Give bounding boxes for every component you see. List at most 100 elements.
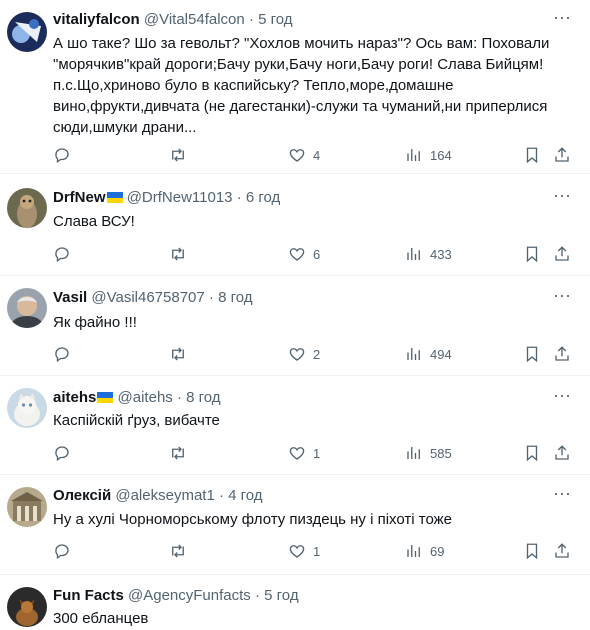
share-button[interactable] — [553, 541, 571, 561]
separator-dot: · — [236, 189, 242, 206]
bookmark-icon — [526, 246, 538, 263]
repost-button[interactable] — [169, 443, 194, 463]
repost-button[interactable] — [169, 541, 194, 561]
view-count: 585 — [430, 445, 452, 461]
like-count: 6 — [313, 246, 321, 262]
like-button[interactable]: 4 — [288, 145, 320, 165]
avatar[interactable] — [7, 587, 47, 627]
bookmark-button[interactable] — [523, 145, 541, 165]
repost-icon — [172, 247, 184, 261]
author-name[interactable]: DrfNew — [53, 189, 106, 206]
post-time[interactable]: 4 год — [228, 487, 262, 504]
author-handle[interactable]: @DrfNew11013 — [127, 189, 233, 206]
bookmark-button[interactable] — [523, 443, 541, 463]
views-button[interactable]: 494 — [405, 344, 452, 364]
view-count: 433 — [430, 246, 452, 262]
action-bar: 4 164 — [0, 145, 590, 165]
reply-post[interactable]: aitehs @aitehs · 8 год ··· Каспійскій ґр… — [0, 376, 590, 475]
views-button[interactable]: 164 — [405, 145, 452, 165]
repost-button[interactable] — [169, 145, 194, 165]
reply-button[interactable] — [53, 443, 78, 463]
heart-icon — [289, 447, 305, 460]
author-handle[interactable]: @AgencyFunfacts — [128, 587, 251, 604]
post-header: Fun Facts @AgencyFunfacts · 5 год — [53, 586, 299, 606]
action-bar: 1 585 — [0, 443, 590, 463]
views-button[interactable]: 69 — [405, 541, 444, 561]
view-count: 494 — [430, 346, 452, 362]
reply-button[interactable] — [53, 145, 78, 165]
author-name[interactable]: Vasil — [53, 289, 87, 306]
reply-button[interactable] — [53, 244, 78, 264]
share-button[interactable] — [553, 145, 571, 165]
author-handle[interactable]: @aitehs — [118, 389, 173, 406]
author-name[interactable]: Fun Facts — [53, 587, 124, 604]
avatar[interactable] — [7, 188, 47, 228]
post-time[interactable]: 8 год — [186, 389, 220, 406]
post-time[interactable]: 5 год — [264, 587, 298, 604]
more-icon[interactable]: ··· — [552, 386, 572, 409]
heart-icon — [289, 348, 305, 361]
like-button[interactable]: 6 — [288, 244, 320, 264]
reply-post[interactable]: Олексій @alekseymat1 · 4 год ··· Ну а ху… — [0, 475, 590, 575]
post-header: vitaliyfalcon @Vital54falcon · 5 год — [53, 10, 293, 30]
repost-icon — [172, 148, 184, 162]
avatar[interactable] — [7, 288, 47, 328]
bookmark-button[interactable] — [523, 244, 541, 264]
view-count: 69 — [430, 543, 445, 559]
reply-button[interactable] — [53, 541, 78, 561]
reply-feed: vitaliyfalcon @Vital54falcon · 5 год ···… — [0, 0, 590, 630]
action-bar: 6 433 — [0, 244, 590, 264]
bookmark-icon — [526, 147, 538, 164]
author-handle[interactable]: @Vasil46758707 — [91, 289, 204, 306]
like-button[interactable]: 1 — [288, 443, 320, 463]
share-icon — [555, 246, 569, 261]
repost-icon — [172, 347, 184, 361]
more-icon[interactable]: ··· — [552, 8, 572, 31]
reply-button[interactable] — [53, 344, 78, 364]
views-icon — [407, 348, 420, 360]
avatar[interactable] — [7, 487, 47, 527]
bookmark-icon — [526, 543, 538, 560]
author-name[interactable]: Олексій — [53, 487, 111, 504]
avatar[interactable] — [7, 388, 47, 428]
heart-icon — [289, 149, 305, 162]
share-button[interactable] — [553, 443, 571, 463]
reply-icon — [55, 148, 69, 164]
more-icon[interactable]: ··· — [552, 484, 572, 507]
views-button[interactable]: 585 — [405, 443, 452, 463]
post-header: aitehs @aitehs · 8 год — [53, 388, 221, 408]
bookmark-button[interactable] — [523, 541, 541, 561]
more-icon[interactable]: ··· — [552, 186, 572, 209]
like-button[interactable]: 2 — [288, 344, 320, 364]
share-button[interactable] — [553, 344, 571, 364]
ukraine-flag-icon — [97, 392, 114, 403]
separator-dot: · — [176, 389, 182, 406]
post-header: Vasil @Vasil46758707 · 8 год — [53, 288, 253, 308]
views-icon — [407, 447, 420, 459]
avatar[interactable] — [7, 12, 47, 52]
action-bar: 2 494 — [0, 344, 590, 364]
repost-button[interactable] — [169, 344, 194, 364]
reply-icon — [55, 544, 69, 560]
reply-post[interactable]: DrfNew @DrfNew11013 · 6 год ··· Слава ВС… — [0, 174, 590, 276]
repost-button[interactable] — [169, 244, 194, 264]
reply-post[interactable]: vitaliyfalcon @Vital54falcon · 5 год ···… — [0, 0, 590, 174]
reply-post[interactable]: Vasil @Vasil46758707 · 8 год ··· Як файн… — [0, 276, 590, 376]
author-handle[interactable]: @alekseymat1 — [115, 487, 214, 504]
view-count: 164 — [430, 147, 452, 163]
like-count: 4 — [313, 147, 321, 163]
share-button[interactable] — [553, 244, 571, 264]
post-time[interactable]: 6 год — [246, 189, 280, 206]
post-time[interactable]: 8 год — [218, 289, 252, 306]
post-text: А шо таке? Шо за гевольт? "Хохлов мочить… — [53, 35, 550, 136]
more-icon[interactable]: ··· — [552, 286, 572, 309]
post-text: Каспійскій ґруз, вибачте — [53, 412, 220, 429]
author-name[interactable]: aitehs — [53, 389, 96, 406]
author-name[interactable]: vitaliyfalcon — [53, 11, 140, 28]
post-time[interactable]: 5 год — [258, 11, 292, 28]
reply-post[interactable]: Fun Facts @AgencyFunfacts · 5 год 300 еб… — [0, 575, 590, 630]
author-handle[interactable]: @Vital54falcon — [144, 11, 245, 28]
views-button[interactable]: 433 — [405, 244, 452, 264]
like-button[interactable]: 1 — [288, 541, 320, 561]
bookmark-button[interactable] — [523, 344, 541, 364]
